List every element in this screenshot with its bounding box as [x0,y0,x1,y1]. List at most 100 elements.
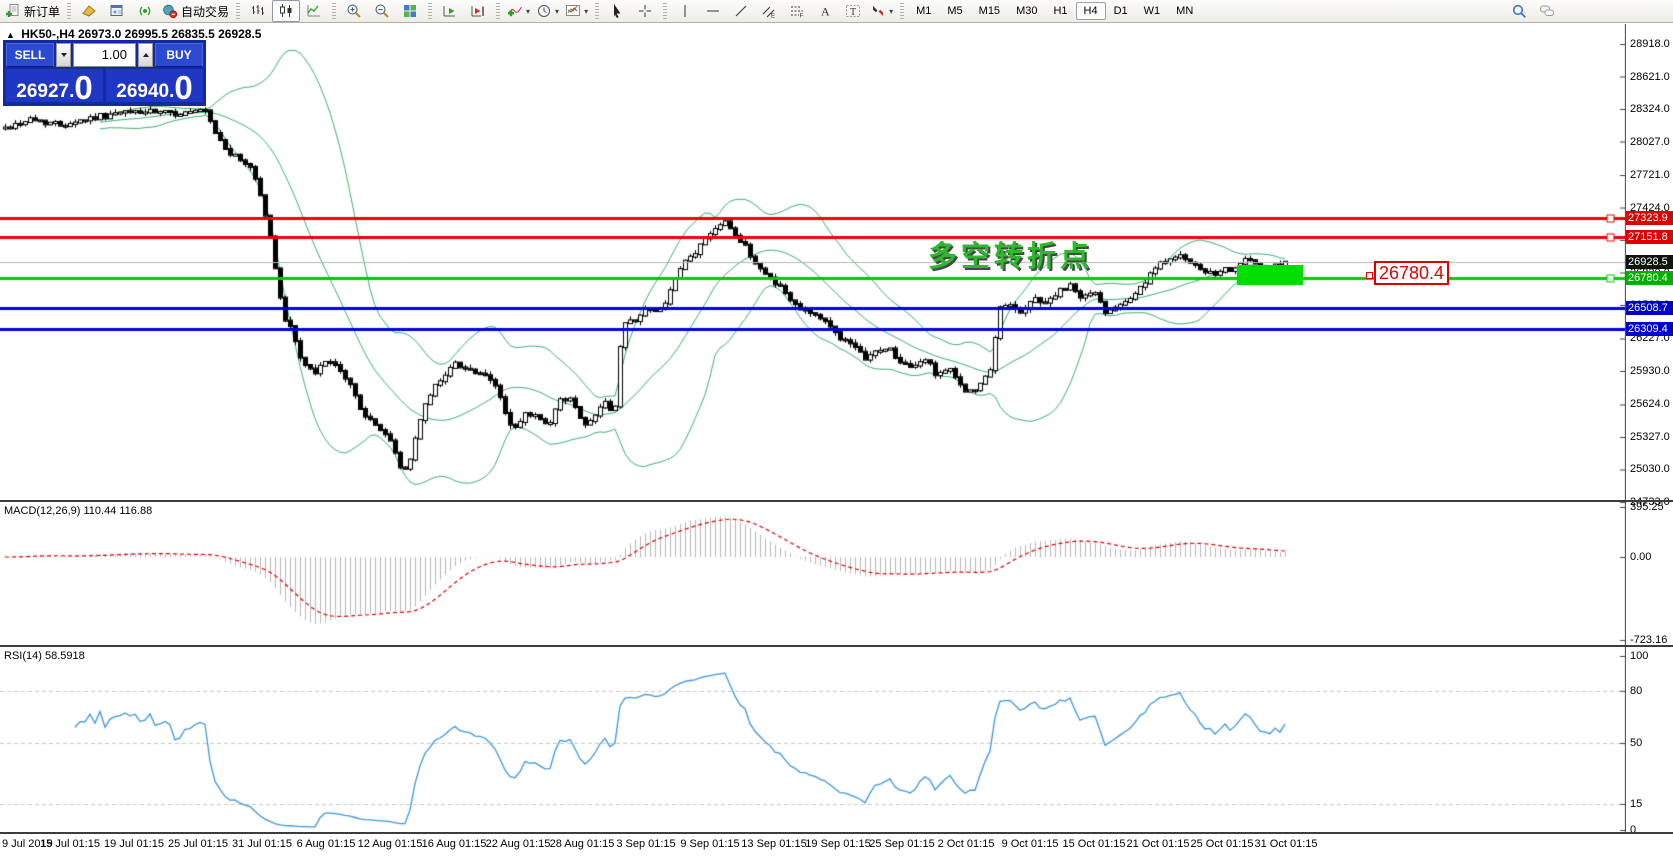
horizontal-line-button[interactable] [699,0,727,22]
rsi-axis-label: 80 [1630,685,1642,697]
date-tick-label: 31 Oct 01:15 [1255,838,1318,850]
macd-axis-label: 0.00 [1630,551,1651,563]
toolbar-grip[interactable] [332,3,336,19]
chat-icon [1539,3,1555,19]
clock-icon [536,3,552,19]
price-tick-label: 25624.0 [1630,398,1670,410]
market-watch-icon [81,3,97,19]
market-watch-button[interactable] [75,0,103,22]
toolbar-grip[interactable] [496,3,500,19]
zoom-out-icon [374,3,390,19]
arrows-icon [870,3,886,19]
highlight-rectangle[interactable] [1237,265,1303,285]
auto-trading-icon [162,3,178,19]
indicators-button[interactable]: ▾ [504,0,533,22]
sell-button[interactable]: SELL [6,43,54,67]
zoom-in-button[interactable] [340,0,368,22]
chat-button[interactable] [1533,0,1561,22]
date-tick-label: 22 Aug 01:15 [486,838,551,850]
data-window-button[interactable] [103,0,131,22]
toolbar-grip[interactable] [67,3,71,19]
chart-shift-button[interactable] [464,0,492,22]
collapse-triangle-icon: ▲ [6,30,15,40]
date-tick-label: 9 Oct 01:15 [1002,838,1059,850]
text-label-icon: T [845,3,861,19]
toolbar-grip[interactable] [595,3,599,19]
timeframe-m1-button[interactable]: M1 [908,2,939,20]
pane-separator[interactable] [0,832,1673,834]
svg-text:E: E [771,14,775,20]
fibonacci-button[interactable]: F [783,0,811,22]
price-tick-label: 28621.0 [1630,71,1670,83]
toolbar-grip[interactable] [900,3,904,19]
timeframe-h1-button[interactable]: H1 [1045,2,1075,20]
equidistant-channel-icon: E [761,3,777,19]
timeframe-m30-button[interactable]: M30 [1008,2,1045,20]
svg-text:F: F [800,14,804,20]
level-price-callout[interactable]: 26780.4 [1374,261,1449,285]
buy-price-main: 26940 [116,82,169,101]
zoom-out-button[interactable] [368,0,396,22]
price-chart-canvas[interactable] [0,24,1626,834]
timeframe-w1-button[interactable]: W1 [1136,2,1169,20]
bar-chart-button[interactable] [244,0,272,22]
vertical-line-button[interactable] [671,0,699,22]
arrows-button[interactable]: ▾ [867,0,896,22]
price-level-label: 26928.5 [1626,255,1673,269]
toolbar-grip[interactable] [428,3,432,19]
sell-price-display[interactable]: 26927.0 [6,69,103,102]
line-chart-button[interactable] [300,0,328,22]
timeframe-m15-button[interactable]: M15 [971,2,1008,20]
price-tick-label: 27721.0 [1630,169,1670,181]
pane-separator[interactable] [0,645,1673,647]
buy-price-display[interactable]: 26940.0 [106,69,203,102]
new-order-button[interactable]: 新订单 [2,0,63,22]
cursor-button[interactable] [603,0,631,22]
equidistant-channel-button[interactable]: E [755,0,783,22]
new-order-button-label: 新订单 [24,3,60,20]
macd-indicator-label: MACD(12,26,9) 110.44 116.88 [4,505,152,517]
price-tick-label: 28027.0 [1630,136,1670,148]
auto-trading-button[interactable]: 自动交易 [159,0,232,22]
text-icon: A [817,3,833,19]
volume-decrease-button[interactable] [56,43,71,67]
toolbar-grip[interactable] [236,3,240,19]
date-tick-label: 9 Sep 01:15 [680,838,739,850]
text-button[interactable]: A [811,0,839,22]
tile-windows-button[interactable] [396,0,424,22]
price-tick-label: 28918.0 [1630,38,1670,50]
timeframe-m5-button[interactable]: M5 [939,2,970,20]
timeframe-d1-button[interactable]: D1 [1106,2,1136,20]
chevron-down-icon: ▾ [889,7,893,16]
date-tick-label: 13 Sep 01:15 [741,838,806,850]
crosshair-button[interactable] [631,0,659,22]
chart-annotation-text[interactable]: 多空转折点 [928,233,1093,275]
volume-increase-button[interactable] [138,43,153,67]
vertical-line-icon [677,3,693,19]
timeframe-mn-button[interactable]: MN [1168,2,1201,20]
candlestick-chart-button[interactable] [272,0,300,22]
toolbar-grip[interactable] [663,3,667,19]
data-window-icon [109,3,125,19]
new-order-icon [5,3,21,19]
timeframe-h4-button[interactable]: H4 [1076,2,1106,20]
mt4-terminal-window: 新订单自动交易▾▾▾EFAT▾M1M5M15M30H1H4D1W1MN ▲ HK… [0,0,1673,857]
time-axis[interactable]: 9 Jul 201915 Jul 01:1519 Jul 01:1525 Jul… [0,834,1673,857]
signal-button[interactable] [131,0,159,22]
search-button[interactable] [1505,0,1533,22]
text-label-button[interactable]: T [839,0,867,22]
periods-button[interactable]: ▾ [533,0,562,22]
chevron-down-icon: ▾ [555,7,559,16]
rsi-axis-label: 0 [1630,824,1636,836]
pane-separator[interactable] [0,500,1673,502]
auto-scroll-button[interactable] [436,0,464,22]
rsi-axis-label: 15 [1630,798,1642,810]
volume-input[interactable]: 1.00 [73,43,136,67]
sell-price-pip: 0 [74,74,92,101]
trendline-button[interactable] [727,0,755,22]
date-tick-label: 31 Jul 01:15 [232,838,292,850]
price-level-label: 26780.4 [1626,271,1673,285]
buy-button[interactable]: BUY [155,43,203,67]
date-tick-label: 25 Oct 01:15 [1191,838,1254,850]
templates-button[interactable]: ▾ [562,0,591,22]
